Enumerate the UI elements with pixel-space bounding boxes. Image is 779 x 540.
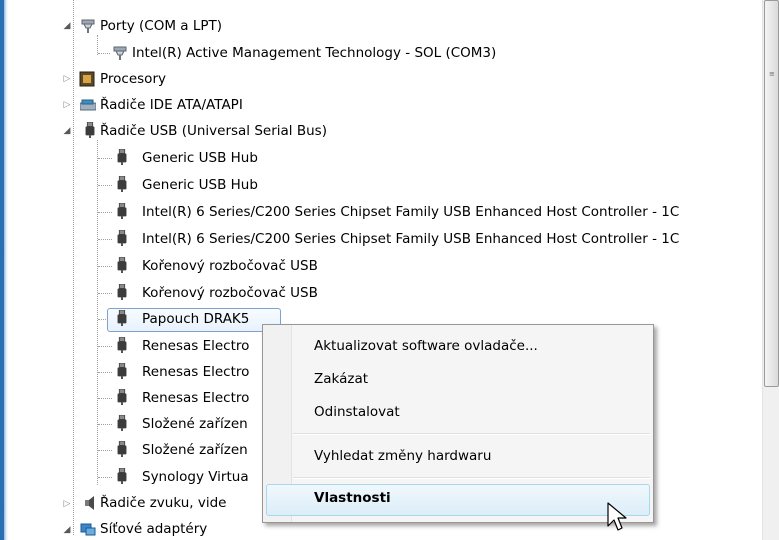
tree-item-label: Intel(R) 6 Series/C200 Series Chipset Fa…: [142, 231, 680, 247]
tree-item-intel-ehci[interactable]: Intel(R) 6 Series/C200 Series Chipset Fa…: [0, 226, 762, 252]
tree-item-label: Generic USB Hub: [142, 150, 258, 166]
usb-icon: [117, 203, 127, 219]
tree-item-label: Renesas Electro: [142, 390, 250, 406]
tree-item-label: Složené zařízen: [142, 442, 248, 458]
usb-icon: [117, 389, 127, 405]
menu-item-properties[interactable]: Vlastnosti: [314, 488, 391, 508]
tree-line: [98, 185, 112, 186]
tree-line: [98, 398, 112, 399]
tree-line: [98, 450, 112, 451]
menu-separator: [293, 433, 650, 435]
mouse-cursor-icon: [607, 502, 627, 531]
port-icon: [81, 19, 95, 33]
menu-item-update-driver[interactable]: Aktualizovat software ovladače...: [314, 336, 538, 356]
tree-item-label: Renesas Electro: [142, 338, 250, 354]
expanded-arrow-icon[interactable]: ◢: [62, 126, 72, 136]
usb-icon: [117, 310, 127, 326]
usb-icon: [117, 415, 127, 431]
tree-item-label: Porty (COM a LPT): [100, 18, 223, 34]
tree-item-processors[interactable]: ▷ Procesory: [0, 66, 762, 92]
tree-item-label: Intel(R) 6 Series/C200 Series Chipset Fa…: [142, 204, 680, 220]
tree-item-label: Řadiče IDE ATA/ATAPI: [100, 97, 243, 113]
tree-item-ide[interactable]: ▷ Řadiče IDE ATA/ATAPI: [0, 92, 762, 118]
tree-line: [98, 212, 112, 213]
collapsed-arrow-icon[interactable]: ▷: [62, 100, 72, 110]
tree-line: [98, 239, 112, 240]
tree-item-generic-usb-hub[interactable]: Generic USB Hub: [0, 172, 762, 198]
processor-icon: [79, 71, 95, 87]
usb-icon: [117, 337, 127, 353]
usb-icon: [117, 284, 127, 300]
expanded-arrow-icon[interactable]: ◢: [62, 525, 72, 535]
speaker-icon: [85, 496, 94, 510]
tree-item-label: Papouch DRAK5: [142, 311, 250, 327]
tree-item-label: Řadiče zvuku, vide: [100, 495, 227, 511]
tree-item-label: Kořenový rozbočovač USB: [142, 285, 318, 301]
tree-item-label: Řadiče USB (Universal Serial Bus): [100, 123, 327, 139]
ide-controller-icon: [80, 99, 96, 111]
context-menu: Aktualizovat software ovladače... Zakáza…: [262, 324, 654, 523]
usb-icon: [85, 122, 95, 138]
tree-item-label: Síťové adaptéry: [100, 521, 208, 537]
tree-item-label: Synology Virtua: [142, 469, 249, 485]
menu-item-disable[interactable]: Zakázat: [314, 369, 368, 389]
collapsed-arrow-icon[interactable]: ▷: [62, 499, 72, 509]
tree-item-label: Generic USB Hub: [142, 177, 258, 193]
scrollbar-grip-icon: ≡: [769, 70, 775, 78]
tree-item-root-hub[interactable]: Kořenový rozbočovač USB: [0, 253, 762, 279]
tree-item-intel-ehci[interactable]: Intel(R) 6 Series/C200 Series Chipset Fa…: [0, 199, 762, 225]
tree-line: [98, 266, 112, 267]
tree-item-label: Kořenový rozbočovač USB: [142, 258, 318, 274]
port-icon: [113, 46, 127, 60]
tree-item-ports[interactable]: ◢ Porty (COM a LPT): [0, 13, 762, 39]
usb-icon: [117, 441, 127, 457]
expanded-arrow-icon[interactable]: ◢: [62, 21, 72, 31]
usb-icon: [117, 176, 127, 192]
tree-item-label: Procesory: [100, 71, 166, 87]
usb-icon: [117, 230, 127, 246]
menu-item-scan-hardware[interactable]: Vyhledat změny hardwaru: [314, 446, 491, 466]
tree-line: [98, 477, 112, 478]
usb-icon: [117, 468, 127, 484]
vertical-scrollbar[interactable]: ≡: [762, 0, 779, 540]
tree-line: [98, 293, 112, 294]
usb-icon: [117, 257, 127, 273]
tree-line: [98, 346, 112, 347]
usb-icon: [117, 149, 127, 165]
tree-line: [98, 319, 108, 320]
usb-icon: [117, 363, 127, 379]
tree-item-usb[interactable]: ◢ Řadiče USB (Universal Serial Bus): [0, 118, 762, 144]
tree-item-label: Složené zařízen: [142, 416, 248, 432]
network-adapter-icon: [80, 523, 96, 536]
collapsed-arrow-icon[interactable]: ▷: [62, 74, 72, 84]
scrollbar-thumb[interactable]: ≡: [764, 0, 779, 387]
tree-item-root-hub[interactable]: Kořenový rozbočovač USB: [0, 280, 762, 306]
tree-line: [98, 158, 112, 159]
menu-separator: [293, 477, 650, 479]
tree-line: [98, 372, 112, 373]
tree-item-generic-usb-hub[interactable]: Generic USB Hub: [0, 145, 762, 171]
tree-line: [98, 53, 110, 54]
tree-item-label: Renesas Electro: [142, 364, 250, 380]
tree-item-label: Intel(R) Active Management Technology - …: [132, 45, 497, 61]
tree-item-amt-sol[interactable]: Intel(R) Active Management Technology - …: [0, 40, 762, 66]
menu-item-uninstall[interactable]: Odinstalovat: [314, 402, 400, 422]
tree-line: [98, 424, 112, 425]
